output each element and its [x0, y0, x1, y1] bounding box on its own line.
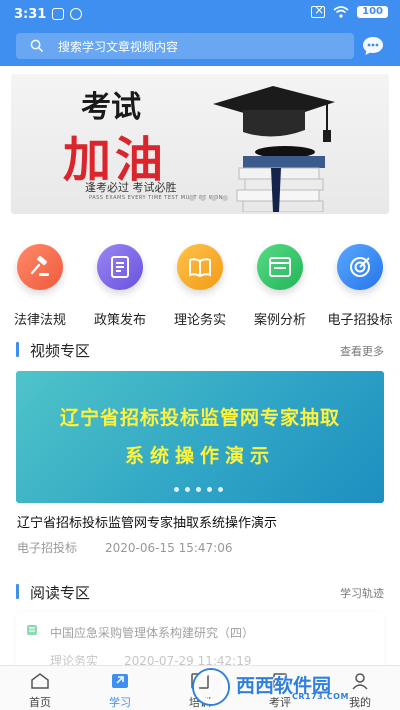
status-bar: 3:31 100: [0, 0, 400, 28]
section-title: 视频专区: [30, 342, 91, 360]
document-icon: [111, 256, 129, 278]
category-policy[interactable]: 政策发布: [80, 240, 160, 330]
category-label: 法律法规: [13, 313, 66, 328]
promo-banner[interactable]: 考试 加油 逢考必过 考试必胜 PASS EXAMS EVERY TIME TE…: [11, 74, 389, 214]
battery-indicator: 100: [357, 6, 388, 18]
pager-dot: [222, 195, 228, 201]
home-icon: [31, 673, 49, 689]
pager-dot: [207, 487, 212, 492]
category-icon-bg: [17, 244, 63, 290]
study-icon: [112, 674, 128, 688]
reading-section-header: 阅读专区 学习轨迹: [0, 581, 400, 603]
category-icon-bg: [177, 244, 223, 290]
reading-list-item[interactable]: 中国应急采购管理体系构建研究（四） 理论务实 2020-07-29 11:42:1…: [16, 612, 384, 670]
books-image: [236, 146, 325, 212]
banner-pager: [189, 195, 228, 201]
category-label: 政策发布: [93, 313, 146, 328]
status-time: 3:31: [14, 7, 47, 22]
video-card-line2: 系统操作演示: [124, 445, 275, 467]
watermark-subtext: CR173.COM: [292, 692, 349, 701]
pager-dot: [200, 195, 206, 201]
category-label: 案例分析: [253, 313, 306, 328]
video-thumbnail[interactable]: 辽宁省招标投标监管网专家抽取 系统操作演示: [16, 371, 384, 503]
nav-label: 首页: [29, 696, 51, 709]
video-item-date: 2020-06-15 15:47:06: [105, 541, 233, 555]
category-e-bidding[interactable]: 电子招投标: [320, 240, 400, 330]
app-header: 3:31 100 搜索学习文章视频内容: [0, 0, 400, 66]
category-icon-bg: [337, 244, 383, 290]
video-item-meta: 电子招投标 2020-06-15 15:47:06: [17, 539, 232, 556]
banner-motto: 逢考必过 考试必胜: [85, 181, 177, 194]
wifi-icon: [333, 6, 349, 18]
browser-icon: [269, 257, 291, 277]
pager-dot: [211, 195, 217, 201]
category-cases[interactable]: 案例分析: [240, 240, 320, 330]
sync-status-icon: [70, 8, 82, 20]
video-card-line1: 辽宁省招标投标监管网专家抽取: [59, 407, 340, 429]
study-track-link[interactable]: 学习轨迹: [340, 585, 384, 601]
pager-dot: [196, 487, 201, 492]
pager-dot: [174, 487, 179, 492]
category-icon-bg: [257, 244, 303, 290]
search-placeholder: 搜索学习文章视频内容: [58, 40, 179, 54]
reading-item-title: 中国应急采购管理体系构建研究（四）: [50, 626, 255, 640]
video-section-header: 视频专区 查看更多: [0, 339, 400, 361]
search-input[interactable]: 搜索学习文章视频内容: [16, 33, 354, 59]
category-label: 电子招投标: [327, 313, 393, 328]
category-theory[interactable]: 理论务实: [160, 240, 240, 330]
no-sim-icon: [311, 3, 326, 18]
nav-home[interactable]: 首页: [0, 666, 80, 710]
article-icon: [27, 625, 37, 635]
target-icon: [350, 257, 370, 277]
message-icon[interactable]: [362, 36, 384, 56]
category-label: 理论务实: [173, 313, 226, 328]
video-pager: [174, 487, 223, 492]
pager-dot: [185, 487, 190, 492]
nav-study[interactable]: 学习: [80, 666, 160, 710]
category-laws[interactable]: 法律法规: [0, 240, 80, 330]
section-accent-bar: [16, 584, 19, 599]
video-item-category: 电子招投标: [17, 541, 78, 555]
category-icon-bg: [97, 244, 143, 290]
watermark: 西西软件园 CR173.COM: [192, 668, 384, 706]
watermark-logo-icon: [194, 670, 228, 704]
video-item-title[interactable]: 辽宁省招标投标监管网专家抽取系统操作演示: [17, 512, 277, 531]
nav-label: 学习: [109, 696, 131, 709]
shield-status-icon: [52, 8, 64, 20]
pager-dot: [218, 487, 223, 492]
gavel-icon: [30, 255, 49, 276]
category-grid: 法律法规 政策发布 理论务实 案例分析 电子招投标: [0, 240, 400, 330]
pager-dot: [189, 195, 195, 201]
section-accent-bar: [16, 342, 19, 357]
graduation-cap-image: [213, 86, 335, 142]
book-icon: [189, 258, 211, 278]
section-title: 阅读专区: [30, 584, 91, 602]
search-icon: [30, 39, 43, 52]
view-more-link[interactable]: 查看更多: [340, 343, 384, 359]
